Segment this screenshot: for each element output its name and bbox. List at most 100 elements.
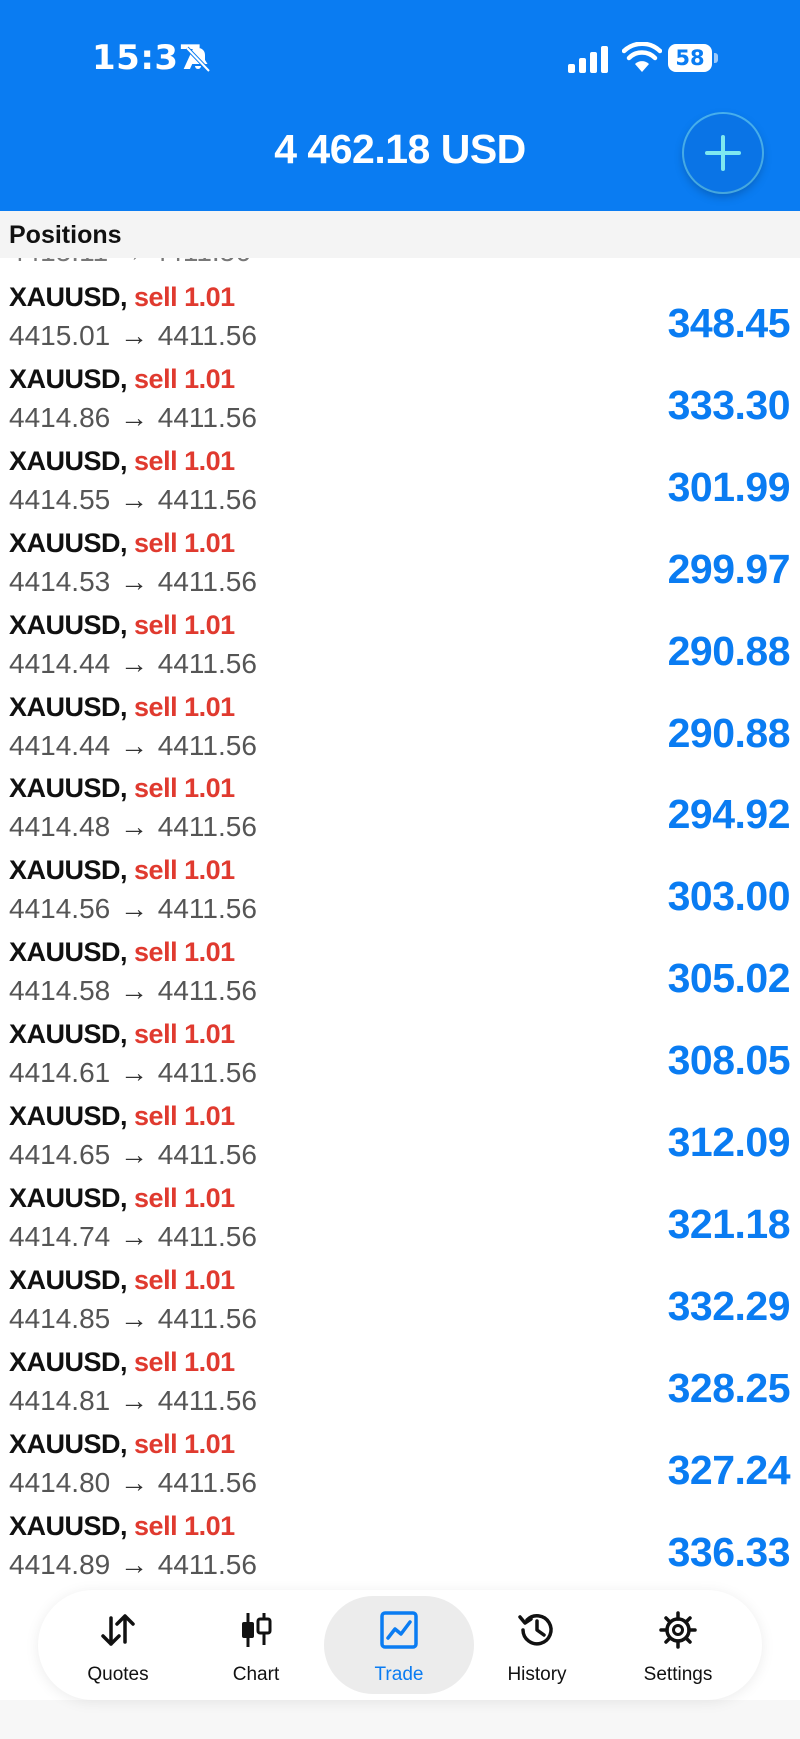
position-profit: 301.99 — [667, 463, 791, 510]
position-row[interactable]: XAUUSD, sell 1.01 4414.44 → 4411.56 290.88 — [0, 688, 800, 770]
open-price: 4414.44 — [9, 729, 111, 761]
tab-label-quotes: Quotes — [87, 1664, 149, 1685]
current-price: 4411.56 — [157, 647, 257, 679]
position-symbol: XAUUSD, — [9, 691, 128, 722]
position-prices: 4414.81 → 4411.56 — [9, 1385, 257, 1417]
open-price: 4414.56 — [9, 893, 111, 925]
price-arrow: → — [120, 565, 148, 597]
position-symbol: XAUUSD, — [9, 1182, 128, 1213]
current-price: 4411.56 — [157, 1548, 257, 1580]
position-prices: 4414.80 → 4411.56 — [9, 1467, 257, 1499]
price-arrow: → — [120, 1220, 148, 1252]
position-row[interactable]: XAUUSD, sell 1.01 4414.61 → 4411.56 308.05 — [0, 1015, 800, 1097]
position-row[interactable]: XAUUSD, sell 1.01 4414.89 → 4411.56 336.33 — [0, 1507, 800, 1589]
open-price: 4414.55 — [9, 483, 111, 515]
price-arrow: → — [120, 320, 148, 351]
position-title: XAUUSD, sell 1.01 — [9, 1429, 235, 1460]
position-symbol: XAUUSD, — [9, 1264, 128, 1295]
current-price: 4411.56 — [157, 1139, 257, 1170]
open-price: 4415.01 — [9, 320, 111, 351]
position-row[interactable]: XAUUSD, sell 1.01 4414.55 → 4411.56 301.99 — [0, 442, 800, 524]
position-row[interactable]: XAUUSD, sell 1.01 4414.58 → 4411.56 305.02 — [0, 933, 800, 1015]
position-prices: 4414.55 → 4411.56 — [9, 484, 257, 516]
position-title: XAUUSD, sell 1.01 — [9, 1101, 235, 1132]
new-order-button[interactable] — [684, 114, 762, 192]
price-arrow: → — [120, 401, 148, 433]
position-row[interactable]: XAUUSD, sell 1.01 4414.74 → 4411.56 321.18 — [0, 1179, 800, 1261]
positions-list[interactable]: 4415.11 → 4411.56 XAUUSD, sell 1.01 4415.… — [0, 258, 800, 1588]
position-row[interactable]: XAUUSD, sell 1.01 4414.65 → 4411.56 312.09 — [0, 1097, 800, 1179]
open-price: 4414.48 — [9, 811, 111, 843]
tab-trade[interactable]: Trade — [324, 1596, 474, 1694]
position-row[interactable]: XAUUSD, sell 1.01 4414.53 → 4411.56 299.97 — [0, 524, 800, 606]
tab-history[interactable]: History — [462, 1596, 612, 1694]
trade-chart-icon — [380, 1611, 418, 1649]
position-side-volume: sell 1.01 — [134, 527, 235, 558]
position-side-volume: sell 1.01 — [134, 445, 235, 476]
price-arrow: → — [120, 1302, 148, 1334]
position-row[interactable]: XAUUSD, sell 1.01 4414.48 → 4411.56 294.92 — [0, 769, 800, 851]
tab-label-trade: Trade — [374, 1664, 424, 1685]
quotes-arrows-icon — [101, 1614, 135, 1646]
position-title: XAUUSD, sell 1.01 — [9, 1019, 235, 1050]
price-arrow: → — [120, 1548, 148, 1580]
position-prices: 4414.89 → 4411.56 — [9, 1549, 257, 1581]
position-title: XAUUSD, sell 1.01 — [9, 1183, 235, 1214]
position-profit: 328.25 — [667, 1364, 791, 1411]
position-side-volume: sell 1.01 — [134, 691, 235, 722]
position-side-volume: sell 1.01 — [134, 1019, 235, 1050]
position-title: XAUUSD, sell 1.01 — [9, 855, 235, 886]
current-price: 4411.56 — [157, 811, 257, 843]
open-price: 4414.74 — [9, 1220, 111, 1252]
partial-position-row: 4415.11 → 4411.56 — [9, 258, 251, 268]
price-arrow: → — [120, 647, 148, 679]
plus-icon — [705, 135, 741, 171]
position-profit: 332.29 — [667, 1282, 791, 1329]
position-prices: 4414.86 → 4411.56 — [9, 402, 257, 434]
position-profit: 321.18 — [667, 1200, 791, 1247]
position-row[interactable]: XAUUSD, sell 1.01 4414.85 → 4411.56 332.29 — [0, 1261, 800, 1343]
position-prices: 4414.85 → 4411.56 — [9, 1303, 257, 1335]
position-symbol: XAUUSD, — [9, 609, 128, 640]
tab-quotes[interactable]: Quotes — [43, 1596, 193, 1694]
position-row[interactable]: XAUUSD, sell 1.01 4415.01 → 4411.56 348.45 — [0, 278, 800, 360]
position-side-volume: sell 1.01 — [134, 1101, 235, 1131]
position-side-volume: sell 1.01 — [134, 1182, 235, 1213]
tab-chart[interactable]: Chart — [181, 1596, 331, 1694]
current-price: 4411.56 — [157, 401, 257, 433]
position-prices: 4415.01 → 4411.56 — [9, 320, 257, 352]
position-symbol: XAUUSD, — [9, 445, 128, 476]
position-row[interactable]: XAUUSD, sell 1.01 4414.81 → 4411.56 328.25 — [0, 1343, 800, 1425]
position-title: XAUUSD, sell 1.01 — [9, 610, 235, 641]
open-price: 4414.65 — [9, 1139, 111, 1170]
battery-indicator: 58 — [668, 44, 720, 72]
section-title: Positions — [9, 221, 122, 249]
position-profit: 327.24 — [667, 1446, 791, 1493]
open-price: 4414.80 — [9, 1466, 111, 1498]
position-title: XAUUSD, sell 1.01 — [9, 528, 235, 559]
position-profit: 299.97 — [667, 545, 791, 592]
position-prices: 4414.53 → 4411.56 — [9, 566, 257, 598]
position-row[interactable]: XAUUSD, sell 1.01 4414.56 → 4411.56 303.00 — [0, 851, 800, 933]
tab-settings[interactable]: Settings — [603, 1596, 753, 1694]
price-arrow: → — [120, 1057, 148, 1089]
position-prices: 4414.61 → 4411.56 — [9, 1057, 257, 1089]
positions-section-header: Positions — [0, 211, 800, 258]
position-prices: 4414.58 → 4411.56 — [9, 975, 257, 1007]
position-side-volume: sell 1.01 — [134, 855, 235, 886]
position-symbol: XAUUSD, — [9, 527, 128, 558]
position-row[interactable]: XAUUSD, sell 1.01 4414.44 → 4411.56 290.88 — [0, 606, 800, 688]
current-price: 4411.56 — [157, 1220, 257, 1252]
position-prices: 4414.74 → 4411.56 — [9, 1221, 257, 1253]
candlestick-icon — [242, 1613, 272, 1647]
position-symbol: XAUUSD, — [9, 937, 128, 968]
position-side-volume: sell 1.01 — [134, 773, 235, 804]
position-profit: 294.92 — [667, 791, 791, 838]
position-row[interactable]: XAUUSD, sell 1.01 4414.86 → 4411.56 333.30 — [0, 360, 800, 442]
position-profit: 305.02 — [667, 955, 791, 1002]
position-row[interactable]: XAUUSD, sell 1.01 4414.80 → 4411.56 327.24 — [0, 1425, 800, 1507]
open-price: 4414.86 — [9, 401, 111, 433]
battery-level: 58 — [668, 44, 712, 72]
bottom-tab-bar: Quotes Chart Trade History Settings — [38, 1590, 762, 1700]
current-price: 4411.56 — [157, 320, 257, 351]
